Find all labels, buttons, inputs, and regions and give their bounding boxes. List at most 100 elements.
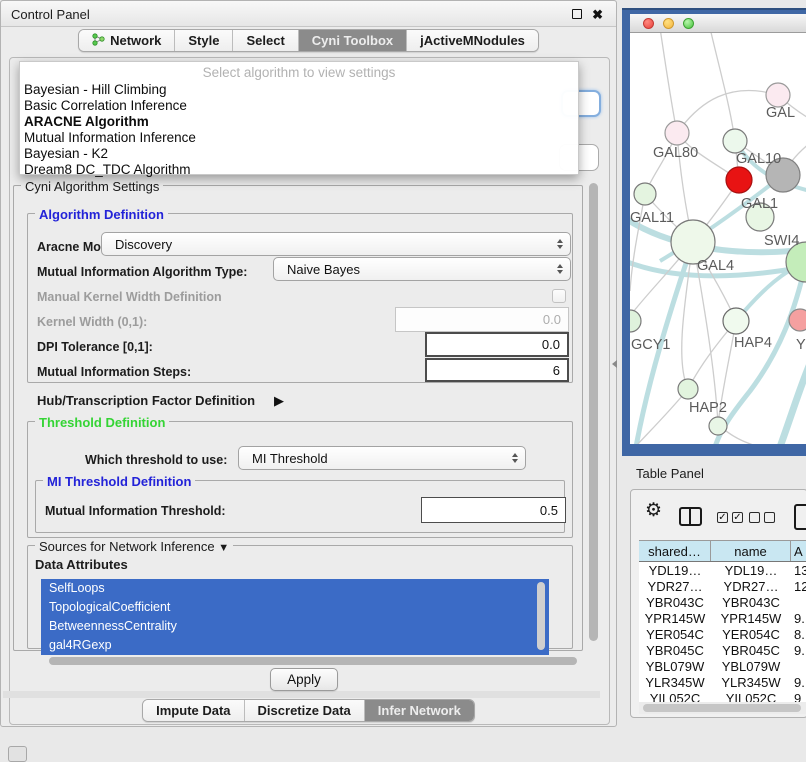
scrollbar-thumb[interactable] [589, 183, 598, 641]
control-panel-window: Control Panel ✖ Network Style [0, 0, 617, 727]
table-row[interactable]: YPR145WYPR145W9. [639, 610, 806, 626]
table-header-row: shared… name A [639, 541, 806, 562]
settings-horizontal-scrollbar[interactable] [15, 655, 585, 667]
control-panel-titlebar[interactable]: Control Panel ✖ [1, 1, 616, 27]
column-header[interactable]: A [791, 541, 806, 561]
algorithm-dropdown-popup: Select algorithm to view settings Bayesi… [19, 61, 579, 175]
column-header[interactable]: name [711, 541, 791, 561]
popup-placeholder: Select algorithm to view settings [20, 65, 578, 80]
tab-jactivemnodules[interactable]: jActiveMNodules [407, 30, 538, 51]
tab-network[interactable]: Network [79, 30, 175, 51]
mi-steps-label: Mutual Information Steps: [37, 365, 191, 379]
network-window-titlebar[interactable] [630, 14, 806, 33]
panel-bottom-strip [3, 691, 600, 698]
which-threshold-combobox[interactable]: MI Threshold [238, 446, 526, 470]
settings-vertical-scrollbar[interactable] [587, 181, 600, 653]
zoom-traffic-light-icon[interactable] [683, 18, 694, 29]
gear-icon[interactable]: ⚙ [645, 501, 662, 520]
expand-right-icon[interactable]: ▶ [274, 393, 284, 409]
network-icon [92, 33, 105, 49]
tab-label: Network [110, 33, 161, 48]
menu-item[interactable]: Bayesian - Hill Climbing [24, 82, 574, 98]
column-header[interactable]: shared… [639, 541, 711, 561]
table-row[interactable]: YDR27…YDR27…12 [639, 578, 806, 594]
tab-impute-data[interactable]: Impute Data [143, 700, 244, 721]
unchecked-checkbox-icon[interactable] [749, 512, 760, 523]
scrollbar-thumb[interactable] [643, 704, 801, 712]
split-columns-icon[interactable] [679, 507, 702, 526]
threshold-definition-title: Threshold Definition [35, 415, 169, 430]
node-label: GAL1 [741, 196, 778, 212]
combobox-arrows-icon [512, 453, 518, 463]
table-panel-title: Table Panel [636, 466, 704, 481]
menu-item[interactable]: Mutual Information Inference [24, 130, 574, 146]
apply-button[interactable]: Apply [270, 668, 338, 691]
panel-title: Control Panel [11, 7, 90, 22]
table-row[interactable]: YDL19…YDL19…13 [639, 562, 806, 578]
list-item[interactable]: gal4RGexp [41, 636, 549, 655]
node-label: GAL4 [697, 258, 734, 274]
algorithm-definition-title: Algorithm Definition [35, 207, 168, 222]
table-horizontal-scrollbar[interactable] [639, 702, 806, 714]
float-window-icon[interactable] [572, 9, 582, 19]
kernel-width-field[interactable]: 0.0 [395, 307, 569, 332]
checked-checkbox-icon[interactable]: ✓ [717, 512, 728, 523]
tab-discretize-data[interactable]: Discretize Data [245, 700, 365, 721]
node-label: GCY1 [631, 337, 671, 353]
data-attributes-list[interactable]: SelfLoops TopologicalCoefficient Between… [41, 579, 549, 655]
combobox-arrows-icon [557, 264, 563, 274]
combobox-value: MI Threshold [252, 451, 328, 466]
list-scrollbar[interactable] [537, 582, 545, 650]
tab-infer-network[interactable]: Infer Network [365, 700, 474, 721]
bottom-tab-bar: Impute Data Discretize Data Infer Networ… [1, 699, 616, 722]
unchecked-checkbox-icon[interactable] [764, 512, 775, 523]
table-panel: ⚙ ✓ ✓ shared… name A YDL19…YDL19…13 YDR2… [630, 489, 806, 718]
mi-threshold-label: Mutual Information Threshold: [45, 504, 226, 518]
node-label: SWI4 [764, 233, 799, 249]
menu-item[interactable]: Bayesian - K2 [24, 146, 574, 162]
group-title: Cyni Algorithm Settings [21, 179, 163, 194]
collapsed-panel-button[interactable] [8, 746, 27, 762]
table-row[interactable]: YLR345WYLR345W9. [639, 674, 806, 690]
minimize-traffic-light-icon[interactable] [663, 18, 674, 29]
hub-definition-label: Hub/Transcription Factor Definition [37, 393, 255, 408]
mi-steps-field[interactable]: 6 [425, 358, 569, 382]
splitter-collapse-icon[interactable] [612, 360, 617, 368]
menu-item-highlighted[interactable]: ARACNE Algorithm [24, 114, 574, 130]
mi-threshold-field[interactable]: 0.5 [421, 497, 566, 523]
panel-icon[interactable] [794, 504, 806, 530]
table-row[interactable]: YBR043CYBR043C [639, 594, 806, 610]
node-label: GAL11 [630, 210, 674, 226]
table-row[interactable]: YBL079WYBL079W [639, 658, 806, 674]
which-threshold-label: Which threshold to use: [85, 453, 227, 467]
node-label: GAL [766, 105, 795, 121]
checked-checkbox-icon[interactable]: ✓ [732, 512, 743, 523]
network-canvas[interactable]: GAL GAL80 GAL10 GAL1 GAL11 GAL4 SWI4 GCY… [630, 33, 806, 444]
close-traffic-light-icon[interactable] [643, 18, 654, 29]
manual-kernel-label: Manual Kernel Width Definition [37, 290, 222, 304]
tab-select[interactable]: Select [233, 30, 298, 51]
tab-style[interactable]: Style [175, 30, 233, 51]
kernel-width-label: Kernel Width (0,1): [37, 315, 147, 329]
scrollbar-thumb[interactable] [49, 657, 577, 665]
tab-cyni-toolbox[interactable]: Cyni Toolbox [299, 30, 407, 51]
dpi-tolerance-label: DPI Tolerance [0,1]: [37, 340, 153, 354]
list-item[interactable]: BetweennessCentrality [41, 617, 549, 636]
manual-kernel-checkbox[interactable] [552, 289, 566, 303]
mi-threshold-group-title: MI Threshold Definition [43, 474, 195, 489]
table-row[interactable]: YER054CYER054C8. [639, 626, 806, 642]
table-row[interactable]: YIL052CYIL052C9 [639, 690, 806, 702]
menu-item[interactable]: Dream8 DC_TDC Algorithm [24, 162, 574, 178]
mi-type-combobox[interactable]: Naive Bayes [273, 257, 571, 281]
table-row[interactable]: YBR045CYBR045C9. [639, 642, 806, 658]
close-icon[interactable]: ✖ [592, 7, 603, 23]
network-view-window: GAL GAL80 GAL10 GAL1 GAL11 GAL4 SWI4 GCY… [630, 14, 806, 444]
data-attributes-label: Data Attributes [35, 557, 128, 572]
aracne-mode-combobox[interactable]: Discovery [101, 232, 571, 256]
collapse-down-icon[interactable]: ▼ [218, 542, 229, 554]
menu-item[interactable]: Basic Correlation Inference [24, 98, 574, 114]
dpi-tolerance-field[interactable]: 0.0 [425, 332, 569, 357]
node-table[interactable]: shared… name A YDL19…YDL19…13 YDR27…YDR2… [639, 540, 806, 702]
list-item[interactable]: SelfLoops [41, 579, 549, 598]
list-item[interactable]: TopologicalCoefficient [41, 598, 549, 617]
